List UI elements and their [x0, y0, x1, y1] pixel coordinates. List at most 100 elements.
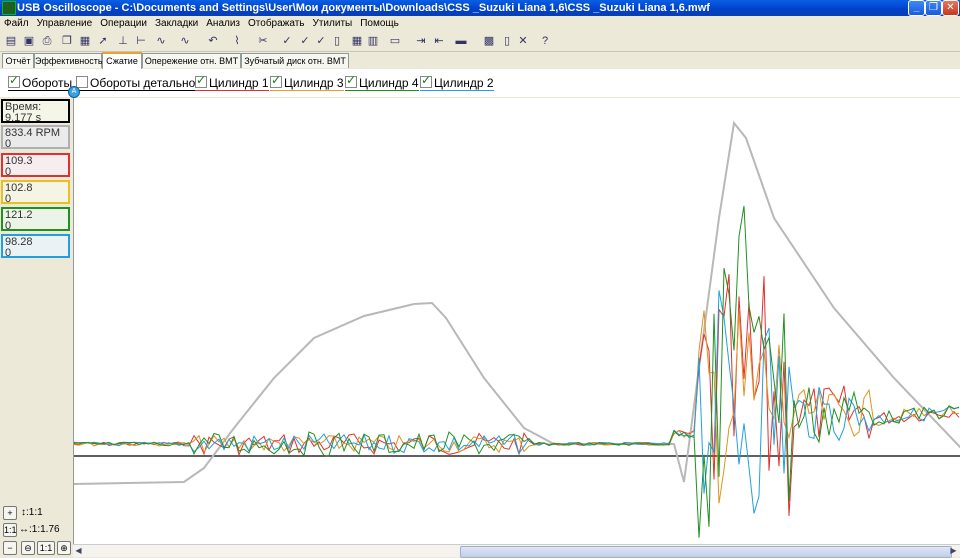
one-to-one-button[interactable]: 1:1 — [37, 541, 55, 555]
check-double-icon[interactable]: ✓ — [314, 34, 328, 48]
menu-display[interactable]: Отображать — [244, 17, 308, 31]
channel-cyl4-label: Цилиндр 4 — [359, 76, 419, 90]
zoom-out-horizontal-button[interactable]: ⊖ — [21, 541, 35, 555]
title-bar: USB Oscilloscope - C:\Documents and Sett… — [0, 0, 960, 16]
cursor-icon[interactable]: ⊥ — [116, 34, 130, 48]
scrollbar-thumb[interactable] — [460, 546, 952, 558]
restore-button[interactable]: ❐ — [925, 0, 942, 16]
print-icon[interactable]: ⎙ — [40, 34, 54, 48]
channel-cyl3[interactable]: Цилиндр 3 — [270, 73, 344, 91]
scissors-icon[interactable]: ✂ — [256, 34, 270, 48]
horizontal-scale-readout: ↔:1:1.76 — [19, 524, 60, 535]
scroll-left-icon[interactable]: ◀ — [73, 545, 84, 556]
zoom-out-button[interactable]: − — [3, 541, 17, 555]
horizontal-scrollbar[interactable]: ◀ ▶ — [73, 544, 960, 558]
cylinder-4-trace — [74, 205, 960, 538]
readout-cyl3: 102.8 0 — [1, 180, 70, 205]
channel-rpm-detailed[interactable]: Обороты детально — [76, 76, 196, 91]
channel-cyl2-label: Цилиндр 2 — [434, 76, 494, 90]
channel-cyl4[interactable]: Цилиндр 4 — [345, 73, 419, 91]
menu-help[interactable]: Помощь — [356, 17, 403, 31]
ruler-icon[interactable]: ⊢ — [134, 34, 148, 48]
step-icon[interactable]: ⇥ — [414, 34, 428, 48]
channel-cyl3-label: Цилиндр 3 — [284, 76, 344, 90]
delete-icon[interactable]: ✕ — [516, 34, 530, 48]
channel-rpm-checkbox[interactable] — [8, 73, 20, 88]
tab-efficiency[interactable]: Эффективность — [34, 53, 103, 68]
channel-cyl1-checkbox[interactable] — [195, 73, 207, 88]
channel-cyl1[interactable]: Цилиндр 1 — [195, 73, 269, 91]
readout-cyl4: 121.2 0 — [1, 207, 70, 232]
step-back-icon[interactable]: ⇤ — [432, 34, 446, 48]
oscilloscope-plot[interactable] — [73, 98, 960, 544]
open-icon[interactable]: ▤ — [4, 34, 18, 48]
grid-icon[interactable]: ▦ — [350, 34, 364, 48]
window-title: USB Oscilloscope - C:\Documents and Sett… — [17, 2, 710, 14]
menu-bar: Файл Управление Операции Закладки Анализ Отоб… — [0, 16, 960, 30]
copy-icon[interactable]: ❐ — [60, 34, 74, 48]
zoom-in-horizontal-button[interactable]: ⊕ — [57, 541, 71, 555]
wave-filter-icon[interactable]: ∿ — [178, 34, 192, 48]
menu-analysis[interactable]: Анализ — [202, 17, 244, 31]
waveform-canvas[interactable] — [74, 98, 960, 544]
channel-rpm[interactable]: Обороты — [8, 73, 73, 91]
readout-cyl1-offset: 0 — [5, 166, 12, 178]
page-icon[interactable]: ▯ — [330, 34, 344, 48]
cylinder-2-trace — [74, 290, 960, 514]
folder-icon[interactable]: ▭ — [388, 34, 402, 48]
close-button[interactable]: ✕ — [942, 0, 959, 16]
readout-time: Время: 9.177 s — [1, 99, 70, 124]
marker-icon[interactable]: ⌇ — [230, 34, 244, 48]
check-icon[interactable]: ✓ — [280, 34, 294, 48]
tab-compression[interactable]: Сжатие — [102, 52, 142, 69]
export-icon[interactable]: ➚ — [96, 34, 110, 48]
channel-rpm-label: Обороты — [22, 76, 73, 90]
rpm-trace — [74, 120, 960, 485]
channel-cyl2[interactable]: Цилиндр 2 — [420, 73, 494, 91]
readout-cyl3-offset: 0 — [5, 193, 12, 205]
channel-cyl4-checkbox[interactable] — [345, 73, 357, 88]
screenshot-icon[interactable]: ▩ — [482, 34, 496, 48]
layers-icon[interactable]: ▥ — [366, 34, 380, 48]
tab-toothed-disk-tdc[interactable]: Зубчатый диск отн. ВМТ 1 — [241, 53, 349, 80]
channel-cyl1-label: Цилиндр 1 — [209, 76, 269, 90]
auto-scale-badge[interactable]: A — [68, 86, 80, 98]
menu-bookmarks[interactable]: Закладки — [151, 17, 202, 31]
channel-rpm-detailed-label: Обороты детально — [90, 76, 196, 90]
minimize-button[interactable]: _ — [908, 0, 925, 16]
help-icon[interactable]: ? — [538, 34, 552, 48]
document-icon[interactable]: ▯ — [500, 34, 514, 48]
wave-icon[interactable]: ∿ — [154, 34, 168, 48]
menu-utilities[interactable]: Утилиты — [309, 17, 357, 31]
channel-cyl2-checkbox[interactable] — [420, 73, 432, 88]
tab-report[interactable]: Отчёт — [2, 53, 34, 68]
toolbar: ▤ ▣ ⎙ ❐ ▦ ➚ ⊥ ⊢ ∿ ∿ ↶ ⌇ ✂ ✓ ✓ ✓ ▯ ▦ ▥ ▭ … — [0, 31, 960, 52]
app-icon — [2, 1, 16, 15]
cylinder-3-trace — [74, 310, 960, 504]
tab-strip: Отчёт Эффективность Сжатие Опережение от… — [0, 52, 960, 80]
menu-file[interactable]: Файл — [0, 17, 33, 31]
cylinder-1-trace — [74, 274, 960, 516]
save-icon[interactable]: ▣ — [22, 34, 36, 48]
channel-legend: Обороты Обороты детально Цилиндр 1 Цилин… — [0, 69, 960, 97]
readout-cyl2-offset: 0 — [5, 247, 12, 259]
readout-cyl1: 109.3 0 — [1, 153, 70, 178]
readout-rpm: 833.4 RPM 0 — [1, 125, 70, 150]
scroll-right-icon[interactable]: ▶ — [948, 545, 959, 556]
vertical-scale-readout: ↕:1:1 — [21, 507, 43, 518]
menu-operations[interactable]: Операции — [96, 17, 151, 31]
channel-cyl3-checkbox[interactable] — [270, 73, 282, 88]
channel-rpm-detailed-checkbox[interactable] — [76, 76, 88, 88]
readout-cyl4-offset: 0 — [5, 220, 12, 232]
display-mode-icon[interactable]: ▬ — [454, 34, 468, 48]
reset-zoom-vertical-button[interactable]: 1:1 — [3, 523, 17, 537]
undo-icon[interactable]: ↶ — [206, 34, 220, 48]
zoom-in-vertical-button[interactable]: + — [3, 506, 17, 520]
readout-rpm-value: 833.4 RPM — [5, 127, 61, 139]
tab-advance-tdc[interactable]: Опережение отн. ВМТ 1 — [142, 53, 241, 80]
menu-control[interactable]: Управление — [33, 17, 97, 31]
readout-panel: Время: 9.177 s 833.4 RPM 0 109.3 0 102.8 0 1… — [0, 98, 73, 556]
readout-time-value: 9.177 s — [5, 112, 42, 124]
check-down-icon[interactable]: ✓ — [298, 34, 312, 48]
paste-icon[interactable]: ▦ — [78, 34, 92, 48]
